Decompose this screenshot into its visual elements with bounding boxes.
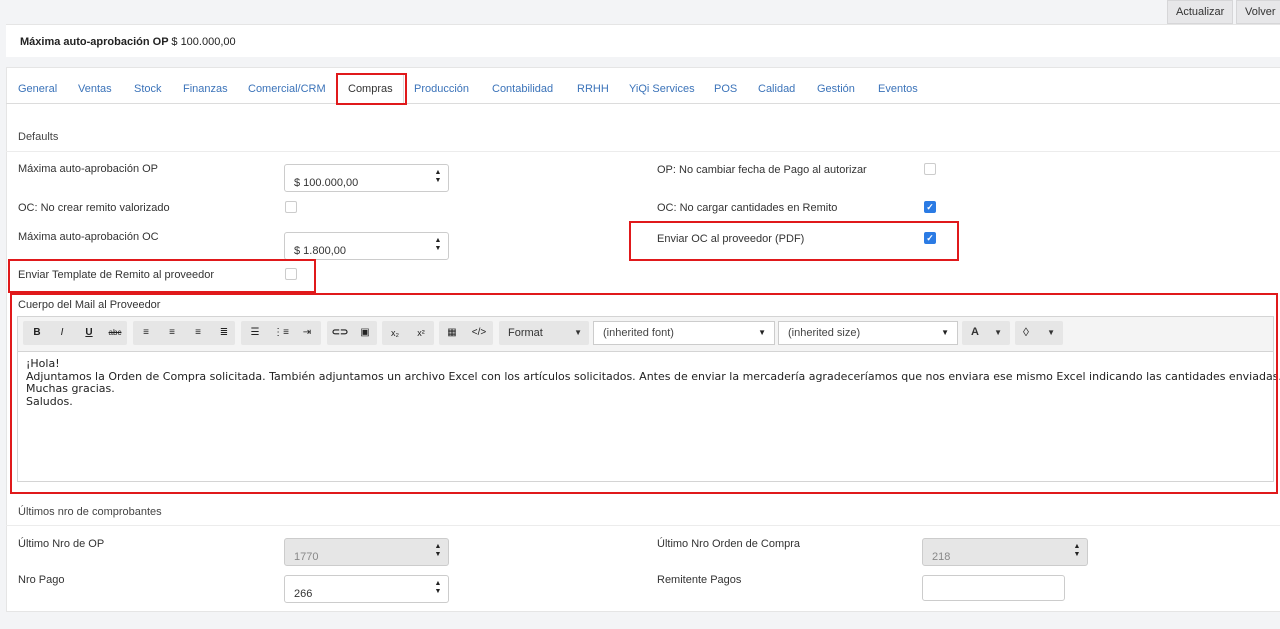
spinner-arrows-icon[interactable]: ▲ ▼ [432,580,444,598]
highlight-box-template [8,259,316,293]
tab-rrhh[interactable]: RRHH [577,83,609,95]
header-title: Máxima auto-aprobación OP $ 100.000,00 [20,36,236,48]
max-op-input[interactable]: $ 100.000,00 ▲ ▼ [284,164,449,192]
tab-finanzas[interactable]: Finanzas [183,83,228,95]
op-no-change-date-checkbox[interactable] [924,163,936,175]
op-no-change-date-label: OP: No cambiar fecha de Pago al autoriza… [657,164,867,176]
max-op-label: Máxima auto-aprobación OP [18,163,159,175]
oc-no-qty-label: OC: No cargar cantidades en Remito [657,202,838,214]
remitente-label: Remitente Pagos [657,574,742,586]
tab-calidad[interactable]: Calidad [758,83,795,95]
remitente-input[interactable] [922,575,1065,601]
last-op-input: 1770 ▲ ▼ [284,538,449,566]
spinner-arrows-icon[interactable]: ▲ ▼ [432,169,444,187]
last-oc-value: 218 [932,551,951,563]
section-title-last-numbers: Últimos nro de comprobantes [18,506,162,518]
back-button[interactable]: Volver [1236,0,1280,24]
tab-gestion[interactable]: Gestión [817,83,855,95]
highlight-box-oc-pdf [629,221,959,261]
tab-eventos[interactable]: Eventos [878,83,918,95]
last-oc-label: Último Nro Orden de Compra [657,538,801,550]
header-title-label: Máxima auto-aprobación OP [20,36,169,48]
section-title-defaults: Defaults [18,131,59,143]
tab-pos[interactable]: POS [714,83,737,95]
last-op-value: 1770 [294,551,319,563]
tab-stock[interactable]: Stock [134,83,162,95]
nro-pago-input[interactable]: 266 ▲ ▼ [284,575,449,603]
highlight-box-tab [336,73,407,105]
tab-comercial-crm[interactable]: Comercial/CRM [248,83,326,95]
spinner-arrows-icon[interactable]: ▲ ▼ [432,237,444,255]
max-op-value: $ 100.000,00 [294,177,359,189]
spinner-arrows-icon: ▲ ▼ [1073,543,1081,558]
oc-no-remito-checkbox[interactable] [285,201,297,213]
tab-general[interactable]: General [18,83,57,95]
last-op-label: Último Nro de OP [18,538,105,550]
nro-pago-value: 266 [294,588,313,600]
section-divider [6,525,1280,526]
max-oc-label: Máxima auto-aprobación OC [18,231,159,243]
oc-no-qty-checkbox[interactable]: ✓ [924,201,936,213]
last-oc-input: 218 ▲ ▼ [922,538,1088,566]
section-divider [6,151,1280,152]
oc-no-remito-label: OC: No crear remito valorizado [18,202,170,214]
tab-contabilidad[interactable]: Contabilidad [492,83,553,95]
nro-pago-label: Nro Pago [18,574,65,586]
page-header: Máxima auto-aprobación OP $ 100.000,00 [6,24,1280,57]
highlight-box-mail [10,293,1278,494]
tab-produccion[interactable]: Producción [414,83,469,95]
spinner-arrows-icon: ▲ ▼ [434,543,442,558]
tab-yiqi-services[interactable]: YiQi Services [629,83,695,95]
tab-divider [6,103,1280,104]
tab-ventas[interactable]: Ventas [78,83,112,95]
header-title-value: $ 100.000,00 [171,36,236,48]
max-oc-value: $ 1.800,00 [294,245,346,257]
max-oc-input[interactable]: $ 1.800,00 ▲ ▼ [284,232,449,260]
update-button[interactable]: Actualizar [1167,0,1234,24]
check-icon: ✓ [926,202,934,212]
